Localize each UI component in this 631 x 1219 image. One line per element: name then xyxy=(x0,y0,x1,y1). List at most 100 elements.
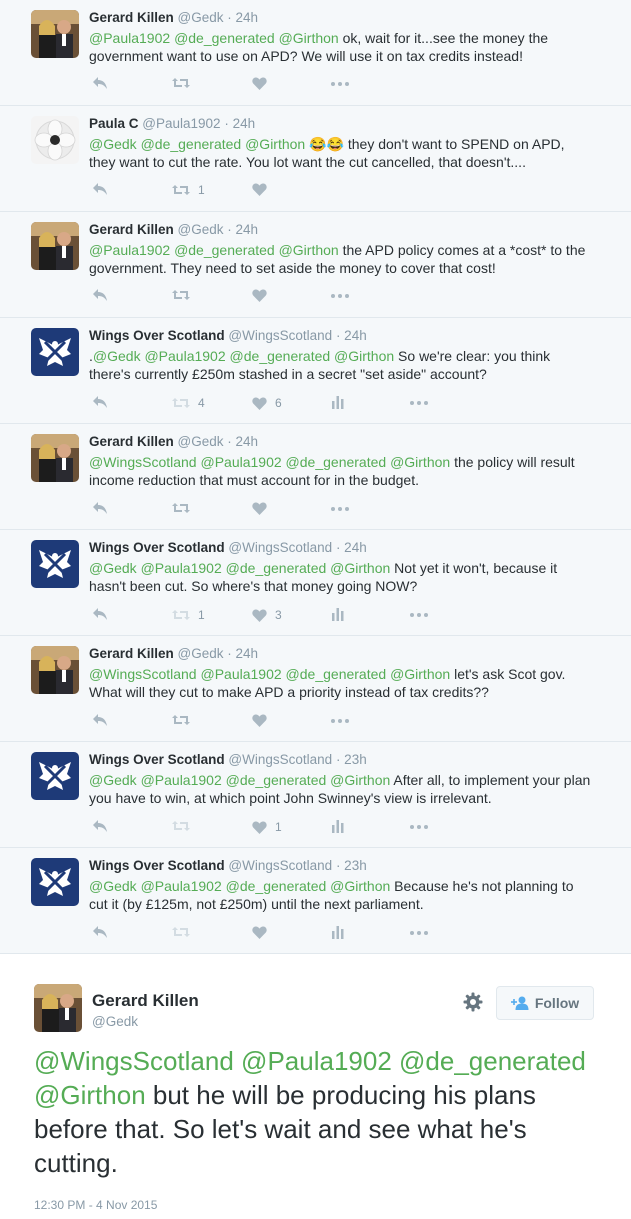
tweet-time[interactable]: · 24h xyxy=(227,434,258,449)
mention-link[interactable]: @de_generated xyxy=(226,560,327,576)
author-name[interactable]: Wings Over Scotland xyxy=(89,328,225,343)
like-button[interactable]: 6 xyxy=(252,396,282,410)
mention-link[interactable]: @WingsScotland xyxy=(34,1046,234,1076)
reply-button[interactable] xyxy=(92,607,108,621)
mention-link[interactable]: @Paula1902 xyxy=(141,772,222,788)
tweet[interactable]: Gerard Killen @Gedk · 24h @WingsScotland… xyxy=(0,636,631,742)
retweet-button[interactable]: 1 xyxy=(172,183,205,197)
reply-button[interactable] xyxy=(92,76,108,90)
retweet-button[interactable] xyxy=(172,77,198,89)
analytics-button[interactable] xyxy=(331,395,345,409)
avatar-gerard-killen[interactable] xyxy=(31,646,79,694)
mention-link[interactable]: @de_generated xyxy=(230,348,331,364)
retweet-button[interactable] xyxy=(172,714,198,726)
tweet[interactable]: Paula C @Paula1902 · 24h @Gedk @de_gener… xyxy=(0,106,631,212)
focused-author-handle[interactable]: @Gedk xyxy=(92,1014,138,1029)
like-button[interactable]: 1 xyxy=(252,820,282,834)
reply-button[interactable] xyxy=(92,288,108,302)
avatar-gerard-killen[interactable] xyxy=(31,434,79,482)
author-name[interactable]: Wings Over Scotland xyxy=(89,858,225,873)
mention-link[interactable]: @Gedk xyxy=(93,348,141,364)
tweet-time[interactable]: · 23h xyxy=(336,752,367,767)
tweet-time[interactable]: · 24h xyxy=(336,540,367,555)
like-button[interactable]: 3 xyxy=(252,608,282,622)
mention-link[interactable]: @Girthon xyxy=(245,136,305,152)
focused-timestamp[interactable]: 12:30 PM - 4 Nov 2015 xyxy=(34,1198,157,1212)
author-handle[interactable]: @WingsScotland xyxy=(228,858,332,873)
tweet-time[interactable]: · 24h xyxy=(224,116,255,131)
reply-button[interactable] xyxy=(92,501,108,515)
avatar-wings-over-scotland[interactable] xyxy=(31,858,79,906)
mention-link[interactable]: @Paula1902 xyxy=(200,454,281,470)
retweet-button[interactable] xyxy=(172,502,198,514)
mention-link[interactable]: @de_generated xyxy=(174,30,275,46)
analytics-button[interactable] xyxy=(331,925,345,939)
mention-link[interactable]: @Paula1902 xyxy=(89,30,170,46)
author-name[interactable]: Gerard Killen xyxy=(89,10,174,25)
mention-link[interactable]: @Girthon xyxy=(334,348,394,364)
mention-link[interactable]: @Paula1902 xyxy=(141,560,222,576)
mention-link[interactable]: @WingsScotland xyxy=(89,666,197,682)
settings-gear-button[interactable] xyxy=(463,992,483,1017)
author-name[interactable]: Wings Over Scotland xyxy=(89,752,225,767)
author-handle[interactable]: @Gedk xyxy=(178,646,224,661)
more-button[interactable] xyxy=(410,613,428,617)
tweet[interactable]: Gerard Killen @Gedk · 24h @WingsScotland… xyxy=(0,424,631,530)
follow-button[interactable]: Follow xyxy=(496,986,594,1020)
mention-link[interactable]: @Girthon xyxy=(34,1080,146,1110)
avatar-gerard-killen[interactable] xyxy=(31,10,79,58)
retweet-button[interactable] xyxy=(172,926,198,938)
mention-link[interactable]: @de_generated xyxy=(286,454,387,470)
mention-link[interactable]: @de_generated xyxy=(174,242,275,258)
author-handle[interactable]: @WingsScotland xyxy=(228,540,332,555)
analytics-button[interactable] xyxy=(331,819,345,833)
mention-link[interactable]: @Gedk xyxy=(89,560,137,576)
tweet[interactable]: Wings Over Scotland @WingsScotland · 24h… xyxy=(0,530,631,636)
author-handle[interactable]: @WingsScotland xyxy=(228,328,332,343)
more-button[interactable] xyxy=(410,401,428,405)
author-name[interactable]: Paula C xyxy=(89,116,139,131)
mention-link[interactable]: @Paula1902 xyxy=(144,348,225,364)
mention-link[interactable]: @Paula1902 xyxy=(141,878,222,894)
mention-link[interactable]: @Girthon xyxy=(390,454,450,470)
more-button[interactable] xyxy=(410,931,428,935)
mention-link[interactable]: @Gedk xyxy=(89,772,137,788)
mention-link[interactable]: @Girthon xyxy=(279,30,339,46)
more-button[interactable] xyxy=(410,825,428,829)
mention-link[interactable]: @Paula1902 xyxy=(200,666,281,682)
mention-link[interactable]: @de_generated xyxy=(226,772,327,788)
author-name[interactable]: Gerard Killen xyxy=(89,434,174,449)
mention-link[interactable]: @Gedk xyxy=(89,878,137,894)
tweet[interactable]: Gerard Killen @Gedk · 24h @Paula1902 @de… xyxy=(0,212,631,318)
mention-link[interactable]: @Girthon xyxy=(330,772,390,788)
author-name[interactable]: Gerard Killen xyxy=(89,222,174,237)
like-button[interactable] xyxy=(252,289,275,302)
mention-link[interactable]: @Paula1902 xyxy=(241,1046,392,1076)
mention-link[interactable]: @Paula1902 xyxy=(89,242,170,258)
retweet-button[interactable]: 4 xyxy=(172,396,205,410)
reply-button[interactable] xyxy=(92,925,108,939)
retweet-button[interactable] xyxy=(172,820,198,832)
focused-author-name[interactable]: Gerard Killen xyxy=(92,991,199,1011)
tweet-time[interactable]: · 24h xyxy=(336,328,367,343)
avatar-wings-over-scotland[interactable] xyxy=(31,752,79,800)
mention-link[interactable]: @de_generated xyxy=(141,136,242,152)
like-button[interactable] xyxy=(252,926,275,939)
focused-avatar[interactable] xyxy=(34,984,82,1032)
like-button[interactable] xyxy=(252,502,275,515)
tweet[interactable]: Wings Over Scotland @WingsScotland · 23h… xyxy=(0,742,631,848)
mention-link[interactable]: @Girthon xyxy=(279,242,339,258)
mention-link[interactable]: @de_generated xyxy=(286,666,387,682)
tweet-time[interactable]: · 24h xyxy=(227,646,258,661)
tweet[interactable]: Wings Over Scotland @WingsScotland · 24h… xyxy=(0,318,631,424)
reply-button[interactable] xyxy=(92,713,108,727)
tweet[interactable]: Wings Over Scotland @WingsScotland · 23h… xyxy=(0,848,631,954)
analytics-button[interactable] xyxy=(331,607,345,621)
avatar-paula-c[interactable] xyxy=(31,116,79,164)
reply-button[interactable] xyxy=(92,182,108,196)
tweet-time[interactable]: · 23h xyxy=(336,858,367,873)
tweet-time[interactable]: · 24h xyxy=(227,222,258,237)
more-button[interactable] xyxy=(331,82,349,86)
author-name[interactable]: Gerard Killen xyxy=(89,646,174,661)
tweet[interactable]: Gerard Killen @Gedk · 24h @Paula1902 @de… xyxy=(0,0,631,106)
